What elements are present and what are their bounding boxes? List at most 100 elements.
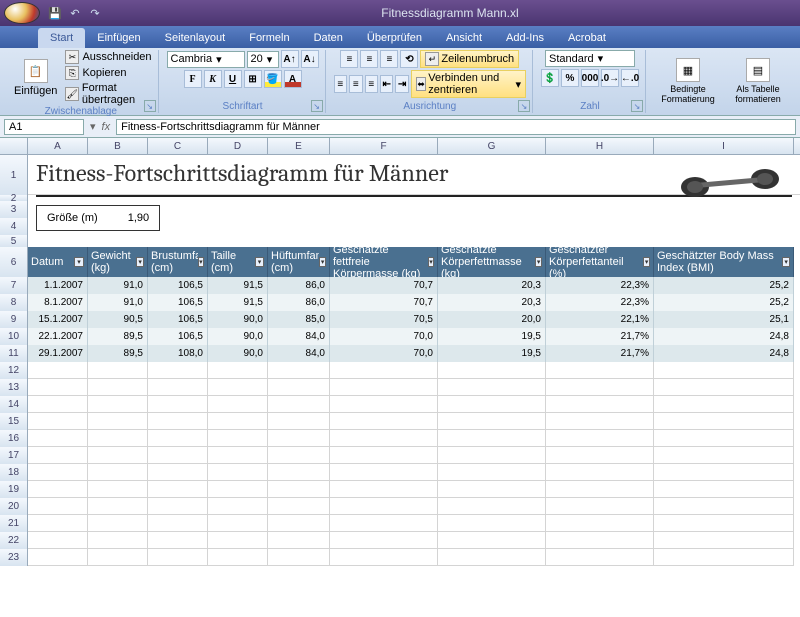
row-header[interactable]: 13: [0, 379, 28, 396]
column-header[interactable]: A: [28, 138, 88, 154]
table-cell[interactable]: 20,3: [438, 294, 546, 311]
row-header[interactable]: 8: [0, 294, 28, 311]
table-cell[interactable]: 22,3%: [546, 294, 654, 311]
empty-cell[interactable]: [268, 413, 330, 430]
filter-dropdown-icon[interactable]: ▾: [535, 257, 542, 267]
empty-cell[interactable]: [28, 430, 88, 447]
table-row[interactable]: 15.1.200790,5106,590,085,070,520,022,1%2…: [28, 311, 800, 328]
empty-row[interactable]: [28, 396, 800, 413]
number-launcher-icon[interactable]: ↘: [631, 100, 643, 112]
empty-cell[interactable]: [330, 379, 438, 396]
empty-row[interactable]: [28, 464, 800, 481]
save-icon[interactable]: 💾: [46, 4, 64, 22]
empty-cell[interactable]: [330, 413, 438, 430]
empty-cell[interactable]: [268, 430, 330, 447]
empty-row[interactable]: [28, 379, 800, 396]
empty-cell[interactable]: [88, 498, 148, 515]
table-row[interactable]: 8.1.200791,0106,591,586,070,720,322,3%25…: [28, 294, 800, 311]
empty-cell[interactable]: [546, 447, 654, 464]
empty-cell[interactable]: [268, 481, 330, 498]
table-cell[interactable]: 1.1.2007: [28, 277, 88, 294]
table-cell[interactable]: 108,0: [148, 345, 208, 362]
empty-cell[interactable]: [28, 532, 88, 549]
column-header[interactable]: H: [546, 138, 654, 154]
tab-ueberpruefen[interactable]: Überprüfen: [355, 28, 434, 48]
align-top-button[interactable]: ≡: [340, 50, 358, 68]
alignment-launcher-icon[interactable]: ↘: [518, 100, 530, 112]
empty-cell[interactable]: [28, 396, 88, 413]
empty-row[interactable]: [28, 515, 800, 532]
empty-cell[interactable]: [208, 430, 268, 447]
row-header[interactable]: 17: [0, 447, 28, 464]
table-cell[interactable]: 24,8: [654, 345, 794, 362]
filter-dropdown-icon[interactable]: ▾: [136, 257, 144, 267]
empty-cell[interactable]: [654, 464, 794, 481]
table-cell[interactable]: 15.1.2007: [28, 311, 88, 328]
empty-cell[interactable]: [88, 447, 148, 464]
empty-cell[interactable]: [88, 396, 148, 413]
empty-cell[interactable]: [654, 532, 794, 549]
empty-cell[interactable]: [28, 549, 88, 566]
empty-cell[interactable]: [208, 549, 268, 566]
row-header[interactable]: 22: [0, 532, 28, 549]
orientation-button[interactable]: ⟲: [400, 50, 418, 68]
empty-cell[interactable]: [654, 515, 794, 532]
cut-button[interactable]: ✂Ausschneiden: [65, 50, 151, 64]
align-right-button[interactable]: ≡: [365, 75, 378, 93]
table-cell[interactable]: 25,2: [654, 294, 794, 311]
number-format-combo[interactable]: Standard▾: [545, 50, 635, 67]
empty-cell[interactable]: [546, 362, 654, 379]
table-cell[interactable]: 106,5: [148, 277, 208, 294]
empty-cell[interactable]: [438, 396, 546, 413]
font-color-button[interactable]: A: [284, 70, 302, 88]
tab-daten[interactable]: Daten: [302, 28, 355, 48]
table-cell[interactable]: 22.1.2007: [28, 328, 88, 345]
table-cell[interactable]: 20,3: [438, 277, 546, 294]
empty-cell[interactable]: [438, 362, 546, 379]
increase-decimal-button[interactable]: .0→: [601, 69, 619, 87]
empty-cell[interactable]: [208, 413, 268, 430]
empty-cell[interactable]: [546, 464, 654, 481]
filter-dropdown-icon[interactable]: ▾: [782, 257, 790, 267]
formula-bar[interactable]: Fitness-Fortschrittsdiagramm für Männer: [116, 119, 796, 135]
table-column-header[interactable]: Taille (cm)▾: [208, 247, 268, 277]
empty-cell[interactable]: [268, 498, 330, 515]
empty-cell[interactable]: [546, 532, 654, 549]
table-cell[interactable]: 29.1.2007: [28, 345, 88, 362]
empty-cell[interactable]: [148, 464, 208, 481]
empty-cell[interactable]: [654, 379, 794, 396]
grow-font-button[interactable]: A↑: [281, 50, 299, 68]
empty-cell[interactable]: [88, 515, 148, 532]
copy-button[interactable]: ⎘Kopieren: [65, 66, 151, 80]
merge-center-button[interactable]: ⬌Verbinden und zentrieren▾: [411, 70, 526, 98]
table-cell[interactable]: 21,7%: [546, 328, 654, 345]
row-header[interactable]: 4: [0, 218, 28, 235]
empty-cell[interactable]: [546, 515, 654, 532]
align-left-button[interactable]: ≡: [334, 75, 347, 93]
empty-cell[interactable]: [438, 498, 546, 515]
empty-cell[interactable]: [88, 379, 148, 396]
empty-cell[interactable]: [546, 430, 654, 447]
filter-dropdown-icon[interactable]: ▾: [255, 257, 264, 267]
empty-cell[interactable]: [268, 396, 330, 413]
column-header[interactable]: D: [208, 138, 268, 154]
table-cell[interactable]: 22,1%: [546, 311, 654, 328]
empty-cell[interactable]: [28, 498, 88, 515]
empty-cell[interactable]: [438, 430, 546, 447]
table-cell[interactable]: 106,5: [148, 328, 208, 345]
filter-dropdown-icon[interactable]: ▾: [428, 257, 434, 267]
empty-cell[interactable]: [88, 362, 148, 379]
empty-cell[interactable]: [330, 481, 438, 498]
align-middle-button[interactable]: ≡: [360, 50, 378, 68]
empty-cell[interactable]: [654, 413, 794, 430]
row-header[interactable]: 16: [0, 430, 28, 447]
row-header[interactable]: 6: [0, 247, 28, 277]
empty-cell[interactable]: [330, 430, 438, 447]
row-header[interactable]: 10: [0, 328, 28, 345]
table-column-header[interactable]: Geschätzte Körperfettmasse (kg)▾: [438, 247, 546, 277]
empty-cell[interactable]: [268, 532, 330, 549]
column-header[interactable]: B: [88, 138, 148, 154]
row-header[interactable]: 21: [0, 515, 28, 532]
table-cell[interactable]: 70,0: [330, 328, 438, 345]
filter-dropdown-icon[interactable]: ▾: [74, 257, 84, 267]
